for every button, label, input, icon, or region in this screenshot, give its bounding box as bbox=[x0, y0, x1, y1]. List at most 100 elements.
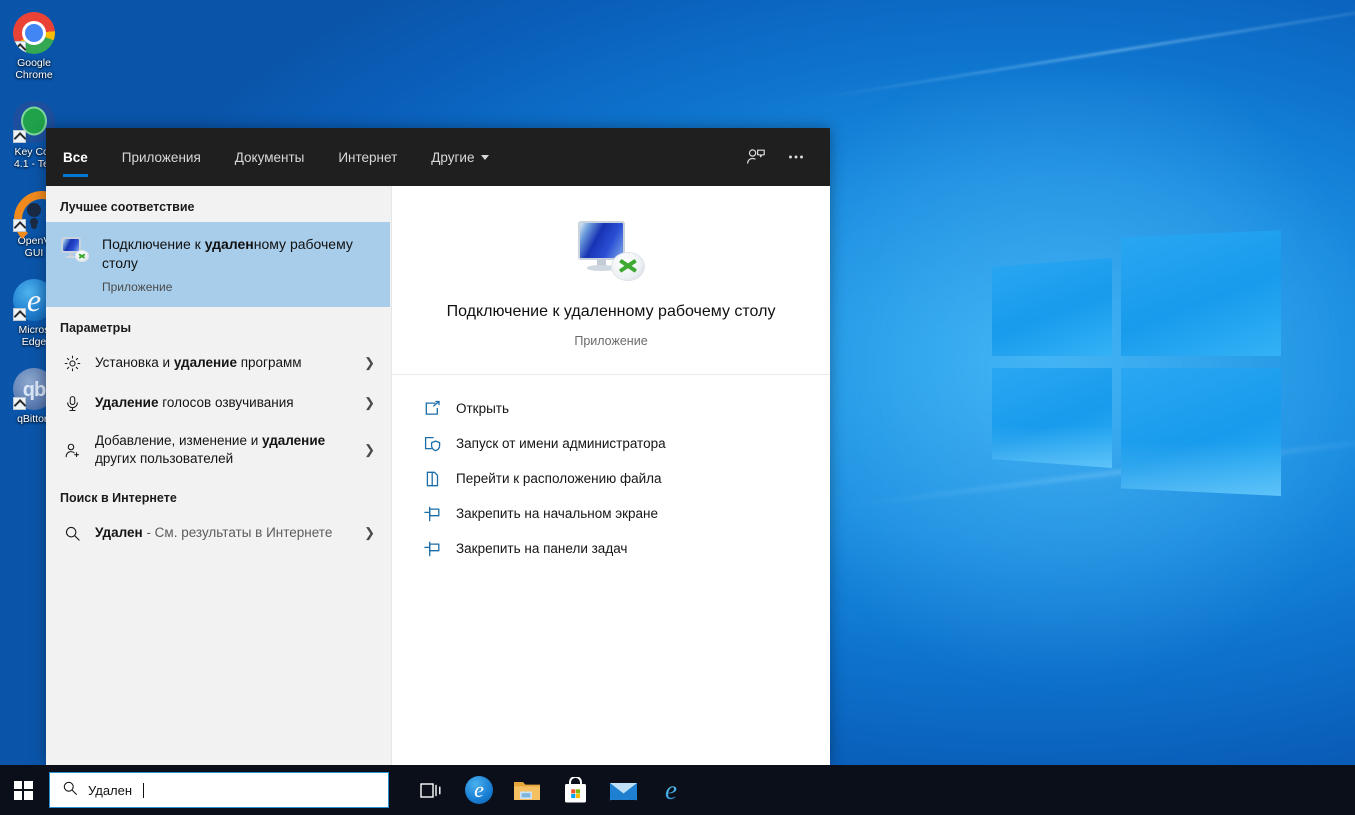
group-header-best-match: Лучшее соответствие bbox=[46, 186, 391, 222]
search-input-value[interactable]: Удален bbox=[88, 783, 132, 798]
tab-label: Другие bbox=[431, 150, 474, 165]
best-match-title-highlight: удален bbox=[205, 236, 254, 252]
text-cursor bbox=[143, 783, 144, 798]
remote-desktop-connection-icon bbox=[60, 236, 90, 263]
microsoft-edge-taskbar-button[interactable] bbox=[455, 765, 503, 815]
ellipsis-icon bbox=[786, 147, 806, 167]
taskbar-search-box[interactable]: Удален bbox=[49, 772, 389, 808]
tab-documents[interactable]: Документы bbox=[218, 128, 322, 186]
group-header-settings: Параметры bbox=[46, 307, 391, 343]
chrome-icon bbox=[13, 12, 55, 54]
windows-search-flyout: Все Приложения Документы Интернет Другие bbox=[46, 128, 830, 765]
best-match-title-prefix: Подключение к bbox=[102, 236, 205, 252]
settings-result-label: Добавление, изменение и удаление других … bbox=[95, 432, 351, 468]
file-explorer-icon bbox=[513, 779, 541, 802]
settings-result-remove-voices[interactable]: Удаление голосов озвучивания ❯ bbox=[46, 383, 391, 423]
settings-result-manage-users[interactable]: Добавление, изменение и удаление других … bbox=[46, 423, 391, 477]
best-match-result-row[interactable]: Подключение к удаленному рабочему столу … bbox=[46, 222, 390, 307]
microsoft-store-taskbar-button[interactable] bbox=[551, 765, 599, 815]
shortcut-arrow-icon bbox=[13, 397, 26, 410]
tab-more[interactable]: Другие bbox=[414, 128, 506, 186]
search-filter-header: Все Приложения Документы Интернет Другие bbox=[46, 128, 830, 186]
taskbar-pinned-items bbox=[407, 765, 695, 815]
windows-logo-pane-bottom-left bbox=[992, 368, 1112, 468]
action-label: Запуск от имени администратора bbox=[456, 436, 666, 451]
add-user-icon bbox=[62, 440, 82, 460]
label-highlight: Удаление bbox=[95, 395, 159, 410]
settings-result-label: Установка и удаление программ bbox=[95, 354, 351, 372]
more-options-button[interactable] bbox=[776, 137, 816, 177]
windows-logo-pane-bottom-right bbox=[1121, 368, 1281, 496]
web-search-result-label: Удален - См. результаты в Интернете bbox=[95, 524, 351, 542]
desktop-icon-label: Google Chrome bbox=[0, 57, 68, 81]
label-prefix: Установка и bbox=[95, 355, 174, 370]
start-button[interactable] bbox=[0, 765, 46, 815]
internet-explorer-taskbar-button[interactable] bbox=[647, 765, 695, 815]
action-open[interactable]: Открыть bbox=[392, 391, 830, 426]
tab-label: Интернет bbox=[338, 150, 397, 165]
microsoft-edge-icon bbox=[465, 776, 493, 804]
chevron-right-icon: ❯ bbox=[364, 355, 379, 371]
search-results-pane: Лучшее соответствие Подключение к удален… bbox=[46, 186, 391, 765]
shortcut-arrow-icon bbox=[13, 130, 26, 143]
action-open-file-location[interactable]: Перейти к расположению файла bbox=[392, 461, 830, 496]
action-label: Открыть bbox=[456, 401, 509, 416]
microsoft-store-icon bbox=[563, 777, 588, 804]
mail-taskbar-button[interactable] bbox=[599, 765, 647, 815]
task-view-button[interactable] bbox=[407, 765, 455, 815]
shortcut-arrow-icon bbox=[13, 308, 26, 321]
pin-to-start-icon bbox=[422, 504, 441, 523]
file-location-icon bbox=[422, 469, 441, 488]
best-match-title: Подключение к удаленному рабочему столу bbox=[102, 235, 376, 273]
chevron-right-icon: ❯ bbox=[364, 525, 379, 541]
search-icon bbox=[62, 523, 82, 543]
taskbar: Удален bbox=[0, 765, 1355, 815]
remote-desktop-connection-icon bbox=[575, 220, 647, 282]
label-highlight: Удален bbox=[95, 525, 143, 540]
tab-label: Документы bbox=[235, 150, 305, 165]
chevron-down-icon bbox=[481, 155, 489, 160]
action-pin-to-taskbar[interactable]: Закрепить на панели задач bbox=[392, 531, 830, 566]
tab-all[interactable]: Все bbox=[46, 128, 105, 186]
windows-logo-icon bbox=[14, 781, 33, 800]
app-type-label: Приложение bbox=[422, 334, 800, 348]
label-prefix: Добавление, изменение и bbox=[95, 433, 262, 448]
settings-result-label: Удаление голосов озвучивания bbox=[95, 394, 351, 412]
label-suffix: программ bbox=[237, 355, 302, 370]
tab-web[interactable]: Интернет bbox=[321, 128, 414, 186]
group-header-web-search: Поиск в Интернете bbox=[46, 477, 391, 513]
task-view-icon bbox=[420, 781, 442, 800]
label-highlight: удаление bbox=[262, 433, 325, 448]
label-suffix: голосов озвучивания bbox=[159, 395, 294, 410]
settings-result-apps-and-features[interactable]: Установка и удаление программ ❯ bbox=[46, 343, 391, 383]
tab-apps[interactable]: Приложения bbox=[105, 128, 218, 186]
app-actions-list: Открыть Запуск от имени администратора bbox=[392, 375, 830, 566]
mail-icon bbox=[609, 780, 638, 801]
tab-label: Все bbox=[63, 150, 88, 165]
action-run-as-administrator[interactable]: Запуск от имени администратора bbox=[392, 426, 830, 461]
action-label: Перейти к расположению файла bbox=[456, 471, 662, 486]
label-suffix: - См. результаты в Интернете bbox=[143, 525, 333, 540]
action-pin-to-start[interactable]: Закрепить на начальном экране bbox=[392, 496, 830, 531]
windows-logo-pane-top-left bbox=[992, 258, 1112, 356]
file-explorer-taskbar-button[interactable] bbox=[503, 765, 551, 815]
open-window-icon bbox=[422, 399, 441, 418]
search-icon bbox=[62, 780, 78, 801]
internet-explorer-icon bbox=[657, 776, 685, 804]
desktop-icon-google-chrome[interactable]: Google Chrome bbox=[0, 6, 68, 85]
windows-logo-pane-top-right bbox=[1121, 230, 1281, 356]
label-suffix: других пользователей bbox=[95, 451, 233, 466]
microphone-icon bbox=[62, 393, 82, 413]
best-match-subtitle: Приложение bbox=[102, 280, 376, 294]
feedback-icon bbox=[746, 147, 766, 167]
search-results-body: Лучшее соответствие Подключение к удален… bbox=[46, 186, 830, 765]
feedback-button[interactable] bbox=[736, 137, 776, 177]
web-search-result[interactable]: Удален - См. результаты в Интернете ❯ bbox=[46, 513, 391, 553]
action-label: Закрепить на начальном экране bbox=[456, 506, 658, 521]
shield-run-icon bbox=[422, 434, 441, 453]
app-detail-hero: Подключение к удаленному рабочему столу … bbox=[392, 186, 830, 375]
action-label: Закрепить на панели задач bbox=[456, 541, 627, 556]
app-title: Подключение к удаленному рабочему столу bbox=[422, 300, 800, 323]
gear-icon bbox=[62, 353, 82, 373]
shortcut-arrow-icon bbox=[13, 219, 26, 232]
